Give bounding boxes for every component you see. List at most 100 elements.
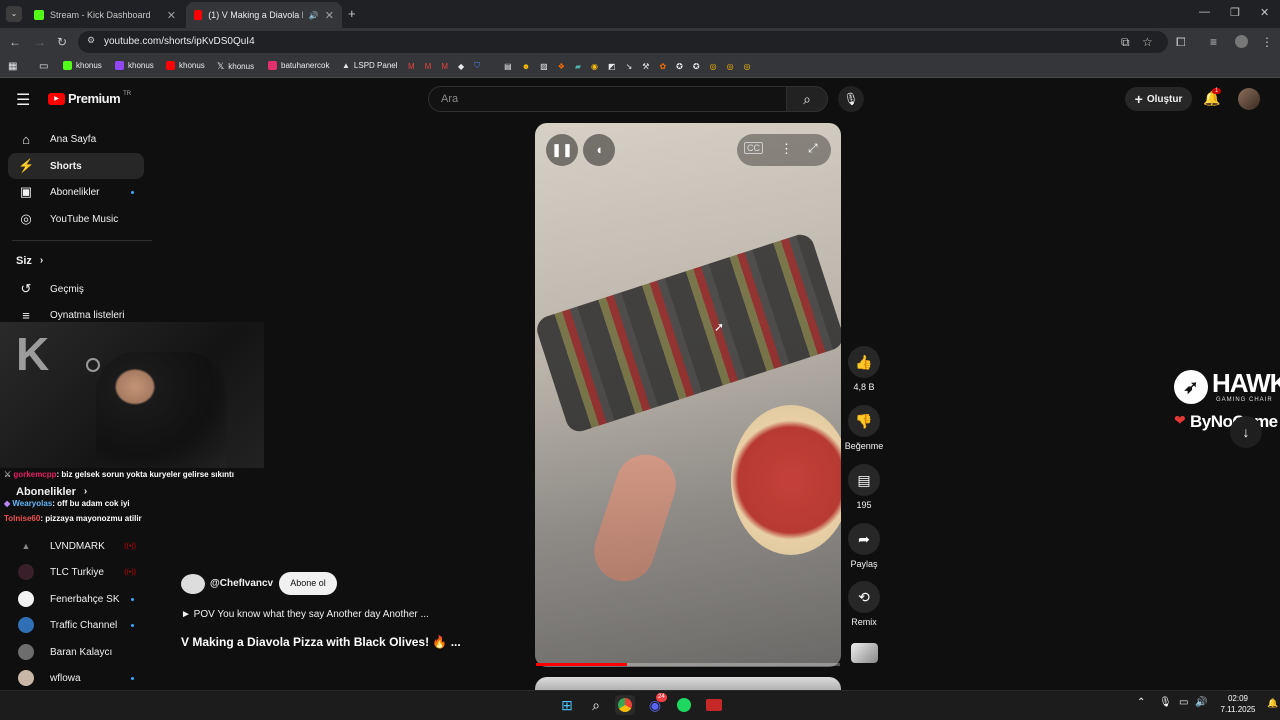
- search-icon[interactable]: ⌕: [586, 695, 606, 715]
- sidebar-item-label: Ana Sayfa: [50, 133, 97, 145]
- new-content-dot: [131, 623, 134, 627]
- clock-time: 02:09: [1227, 694, 1249, 703]
- install-app-icon[interactable]: ⧉: [1121, 35, 1130, 50]
- apps-icon[interactable]: ▦: [8, 61, 17, 72]
- notifications-button[interactable]: 🔔 1: [1203, 88, 1222, 107]
- chat-text: : biz gelsek sorun yokta kuryeler gelirs…: [56, 470, 234, 479]
- channel-avatar: [18, 670, 34, 686]
- logo-text: Premium: [68, 91, 121, 106]
- taskbar-clock[interactable]: 02:09 7.11.2025: [1210, 693, 1266, 715]
- hamburger-menu-icon[interactable]: ☰: [16, 90, 30, 110]
- search-button[interactable]: ⌕: [786, 86, 828, 112]
- sidebar-you-section[interactable]: Siz ›: [16, 255, 43, 267]
- tray-network-icon[interactable]: ▭: [1179, 697, 1188, 708]
- bookmark-star-icon[interactable]: ☆: [1142, 35, 1153, 49]
- plus-icon: +: [1134, 91, 1143, 107]
- sidebar-item-youtube-music[interactable]: ◎ YouTube Music: [8, 206, 144, 232]
- windows-start-icon[interactable]: ⊞: [557, 695, 577, 715]
- bookmark-icons-strip[interactable]: M M M ◆ ⛉ ▤ ☻ ▨ ❖ ▰ ◉ ◩ ↘ ⚒ ✿ ✪ ✪ ◎ ◎ ◎: [408, 61, 751, 71]
- forward-icon[interactable]: →: [34, 35, 46, 49]
- notification-center-icon[interactable]: 🔔: [1267, 698, 1278, 709]
- shorts-icon: ⚡: [18, 158, 35, 173]
- close-icon[interactable]: ✕: [167, 9, 176, 22]
- fullscreen-icon[interactable]: ⤢: [808, 141, 818, 156]
- tray-mic-icon[interactable]: 🎙: [1159, 697, 1172, 708]
- comment-icon: ▤: [857, 472, 871, 488]
- sound-thumbnail[interactable]: [851, 643, 878, 663]
- sidebar-item-history[interactable]: ↺ Geçmiş: [8, 276, 144, 302]
- sidebar-item-home[interactable]: ⌂ Ana Sayfa: [8, 126, 144, 152]
- spotify-icon[interactable]: [674, 695, 694, 715]
- dislike-button[interactable]: 👎: [848, 405, 880, 437]
- video-progress-bar[interactable]: [536, 663, 840, 666]
- sidebar-item-subscriptions[interactable]: ▣ Abonelikler: [8, 179, 144, 205]
- bookmark-khonus-x[interactable]: 𝕏khonus: [217, 61, 254, 72]
- tray-volume-icon[interactable]: 🔊: [1195, 697, 1207, 708]
- captions-icon[interactable]: CC: [744, 142, 763, 154]
- close-icon[interactable]: ✕: [325, 9, 334, 22]
- new-content-dot: [131, 597, 134, 601]
- menu-icon[interactable]: ⋮: [1261, 35, 1273, 49]
- tab-youtube-shorts[interactable]: (1) V Making a Diavola Pizza 🔊 ✕: [186, 2, 342, 28]
- media-controls-icon[interactable]: ≡: [1210, 35, 1217, 49]
- remix-button[interactable]: ⟲: [848, 581, 880, 613]
- sidebar-subscriptions-heading[interactable]: Abonelikler ›: [16, 486, 87, 498]
- reload-icon[interactable]: ↻: [57, 35, 67, 49]
- flower-icon: ✿: [659, 61, 667, 71]
- voice-search-button[interactable]: 🎙: [838, 86, 864, 112]
- share-button[interactable]: ➦: [848, 523, 880, 555]
- subscribe-button[interactable]: Abone ol: [279, 572, 337, 595]
- chat-user: Wearyolas: [12, 499, 53, 508]
- sidebar-sub-lvndmark[interactable]: ▲ LVNDMARK ((•)): [8, 533, 144, 559]
- extensions-icon[interactable]: ⧠: [1176, 35, 1186, 50]
- speaker-icon[interactable]: 🔊: [309, 11, 319, 20]
- doc-icon: ◩: [608, 61, 616, 71]
- youtube-premium-logo[interactable]: ▶ Premium TR: [48, 91, 131, 106]
- create-button[interactable]: + Oluştur: [1125, 87, 1192, 111]
- video-description[interactable]: ► POV You know what they say Another day…: [181, 609, 429, 620]
- app-icon[interactable]: [704, 695, 724, 715]
- bookmark-lspd-panel[interactable]: ▲ LSPD Panel: [342, 61, 398, 70]
- discord-icon[interactable]: ◉ 24: [645, 693, 667, 715]
- bookmark-khonus-youtube[interactable]: khonus: [166, 61, 205, 70]
- comments-button[interactable]: ▤: [848, 464, 880, 496]
- bookmark-label: khonus: [76, 61, 102, 70]
- channel-name[interactable]: @ChefIvancv: [210, 578, 273, 589]
- volume-button[interactable]: ◖: [583, 134, 615, 166]
- sidebar-item-shorts[interactable]: ⚡ Shorts: [8, 153, 144, 179]
- bookmark-batuhanercok[interactable]: batuhanercok: [268, 61, 329, 70]
- pause-button[interactable]: ❚❚: [546, 134, 578, 166]
- leaf-icon: ❖: [557, 61, 565, 71]
- chat-text: : off bu adam cok iyi: [52, 499, 130, 508]
- shorts-video-player[interactable]: ❚❚ ◖ CC ⋮ ⤢: [535, 123, 841, 667]
- restore-icon[interactable]: ❐: [1230, 6, 1240, 19]
- sidebar-sub-wflowa[interactable]: wflowa: [8, 665, 144, 691]
- minimize-icon[interactable]: —: [1199, 6, 1210, 18]
- address-bar[interactable]: ⚙ youtube.com/shorts/ipKvDS0QuI4: [78, 31, 1168, 53]
- profile-avatar[interactable]: [1235, 35, 1248, 48]
- sidebar-sub-tlc-turkiye[interactable]: TLC Turkiye ((•)): [8, 559, 144, 585]
- search-input[interactable]: Ara: [428, 86, 786, 112]
- sidebar-sub-fenerbahce[interactable]: Fenerbahçe SK: [8, 586, 144, 612]
- bookmark-khonus-twitch[interactable]: khonus: [115, 61, 154, 70]
- chrome-icon[interactable]: [615, 695, 635, 715]
- tab-search-button[interactable]: ⌄: [6, 6, 22, 22]
- tab-kick-dashboard[interactable]: Stream - Kick Dashboard ✕: [26, 2, 184, 28]
- new-tab-button[interactable]: +: [348, 6, 356, 21]
- sidebar-sub-traffic-channel[interactable]: Traffic Channel: [8, 612, 144, 638]
- video-title[interactable]: V Making a Diavola Pizza with Black Oliv…: [181, 635, 461, 649]
- video-frame-hand: [586, 446, 684, 590]
- sidebar-sub-baran-kalayci[interactable]: Baran Kalaycı: [8, 639, 144, 665]
- tray-chevron-icon[interactable]: ⌃: [1137, 697, 1145, 708]
- site-info-icon[interactable]: ⚙: [87, 35, 95, 46]
- close-window-icon[interactable]: ✕: [1260, 6, 1269, 19]
- folder-icon[interactable]: ▭: [39, 61, 48, 72]
- chat-message: ⚔ gorkemcpp: biz gelsek sorun yokta kury…: [4, 470, 234, 479]
- scroll-down-button[interactable]: ↓: [1230, 416, 1262, 448]
- back-icon[interactable]: ←: [9, 35, 21, 49]
- account-avatar[interactable]: [1238, 88, 1260, 110]
- bookmark-khonus-kick[interactable]: khonus: [63, 61, 102, 70]
- more-options-icon[interactable]: ⋮: [780, 141, 793, 157]
- like-button[interactable]: 👍: [848, 346, 880, 378]
- channel-avatar[interactable]: [181, 574, 205, 594]
